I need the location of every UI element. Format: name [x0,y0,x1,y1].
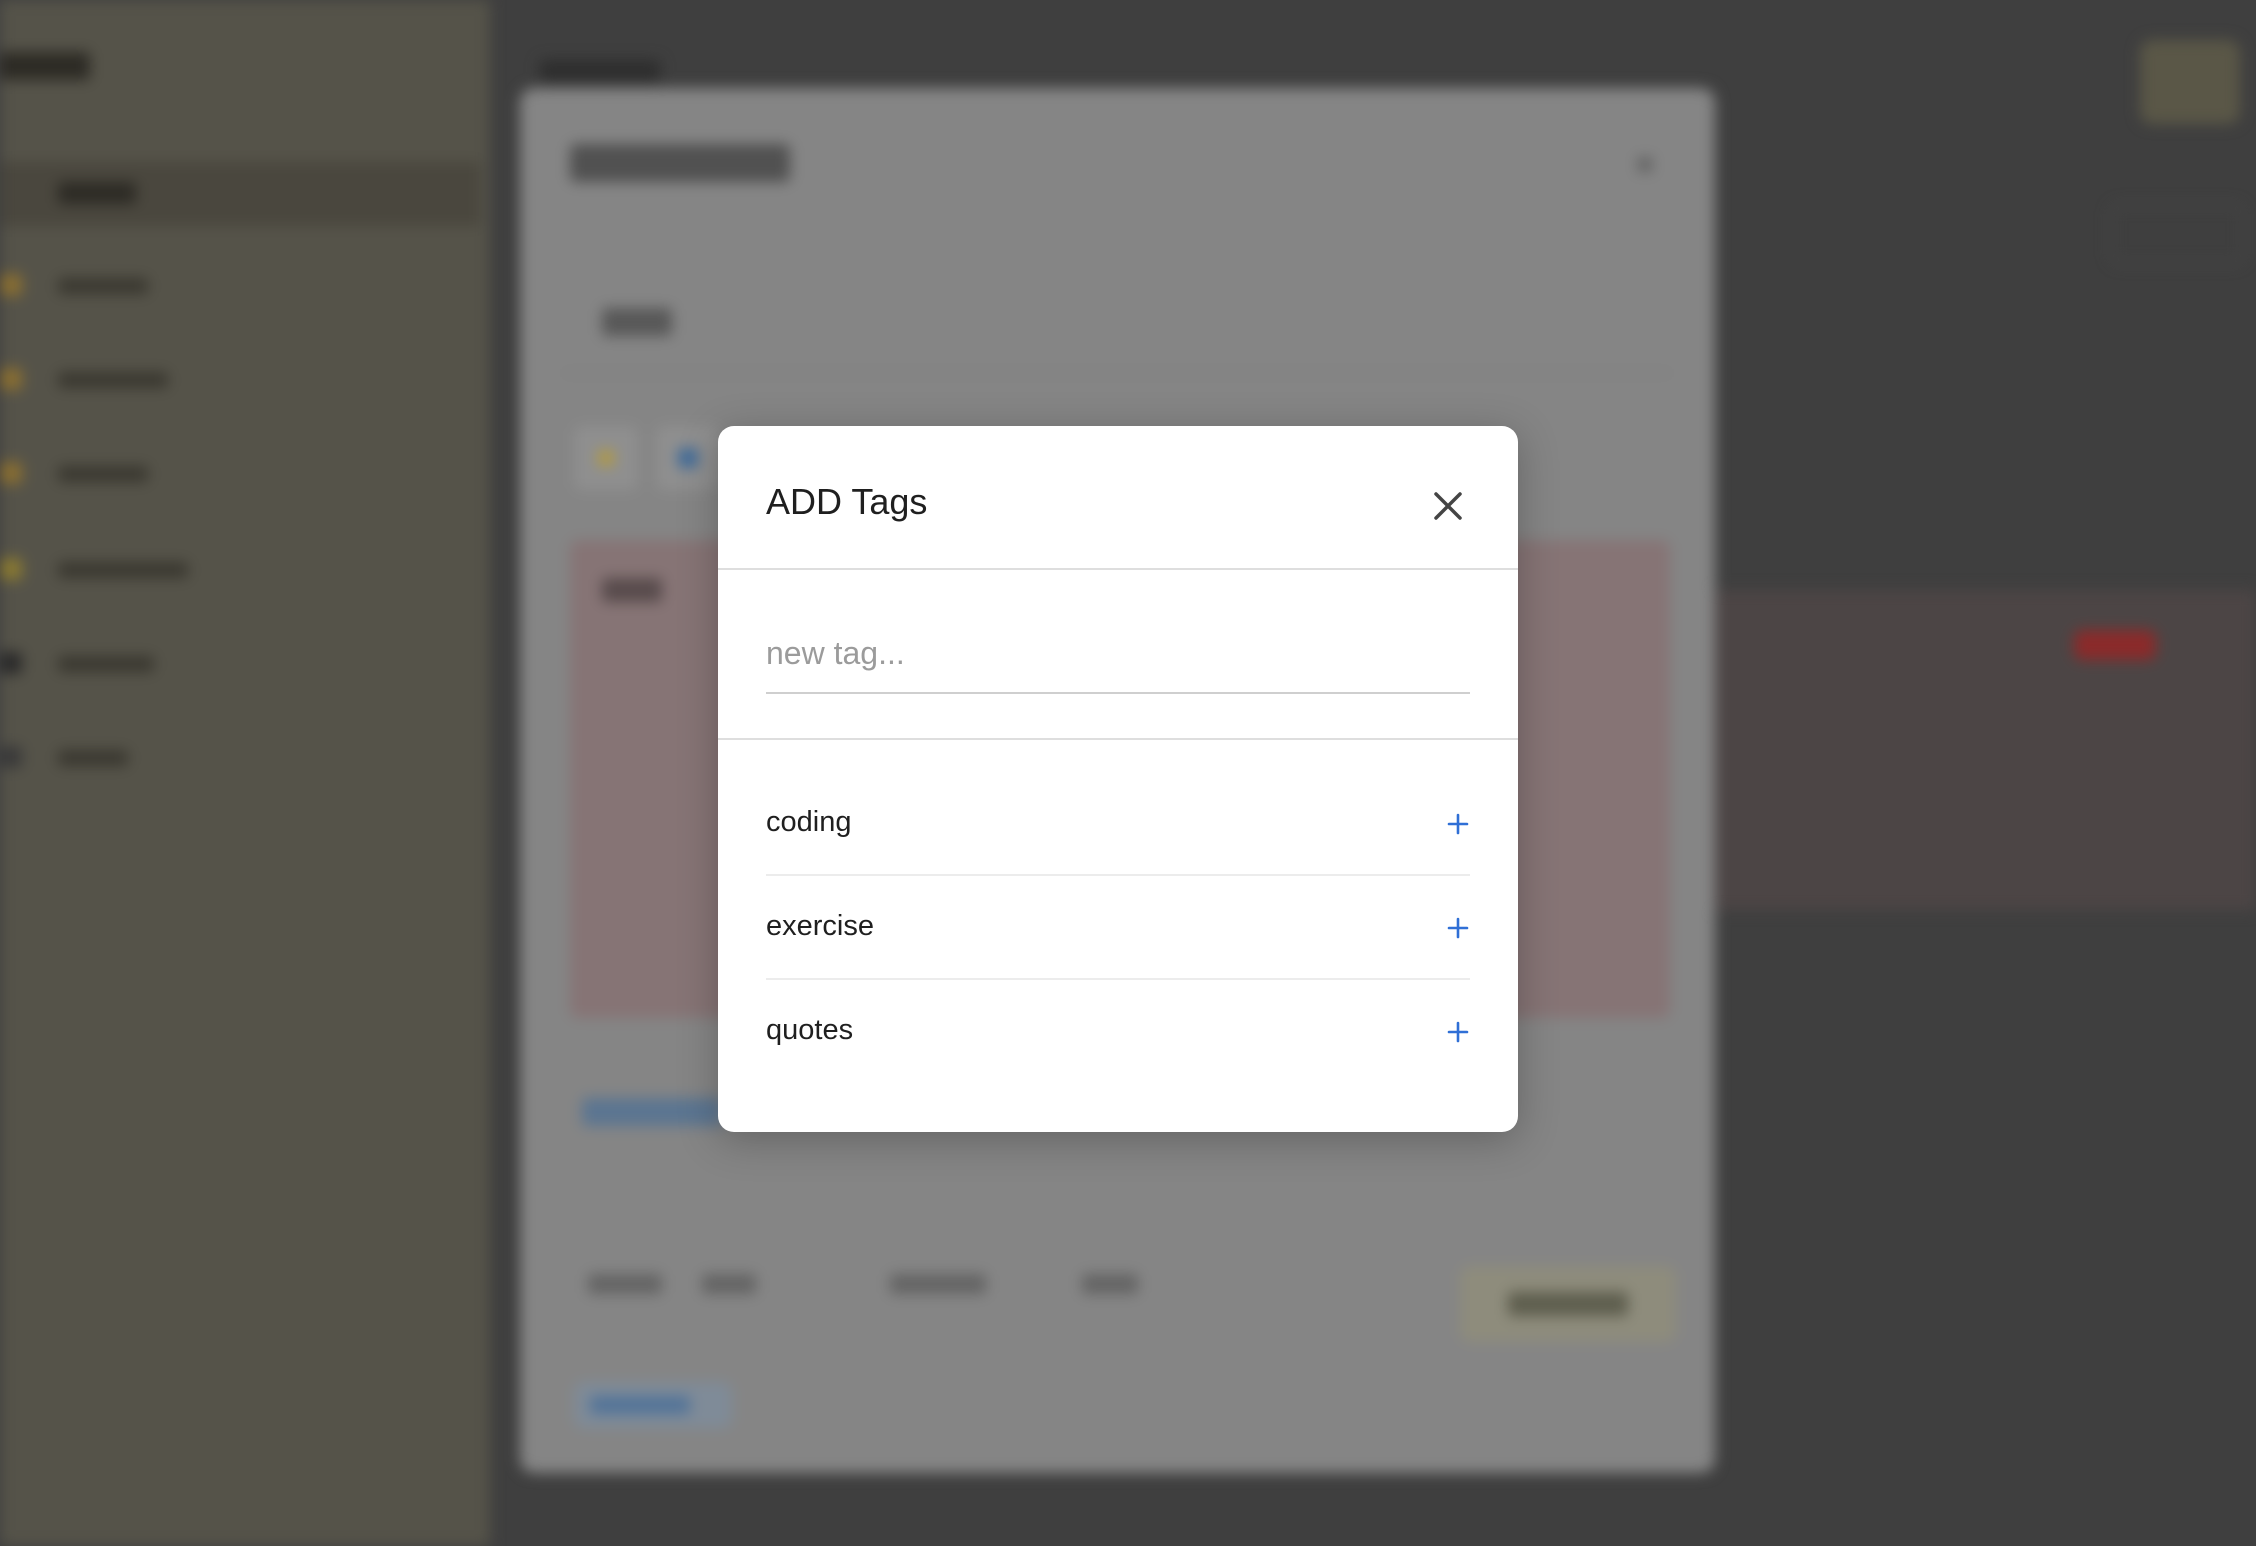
add-tag-button[interactable] [1440,910,1476,946]
editor-close-icon: × [1635,146,1655,184]
sidebar-item [0,744,220,772]
tag-list: coding exercise quotes [766,772,1470,1084]
new-tag-input[interactable] [766,614,1470,694]
modal-header: ADD Tags [718,426,1518,570]
new-tag-section [718,570,1518,740]
modal-title: ADD Tags [766,481,928,522]
sidebar-item [0,556,220,584]
tag-name: coding [766,806,852,838]
sidebar-item [0,366,220,394]
editor-title-input [562,278,1672,374]
editor-options-row [570,1264,1190,1306]
close-button[interactable] [1424,482,1472,530]
tag-name: quotes [766,1014,854,1046]
tag-item: quotes [766,980,1470,1084]
add-tags-modal: ADD Tags coding exercise [718,426,1518,1132]
brand-logo [0,52,90,80]
sidebar-active-label [58,182,136,204]
sidebar [0,0,490,1546]
toolbar-button [656,426,720,490]
add-tag-button[interactable] [1440,1014,1476,1050]
tag-name: exercise [766,910,874,942]
secondary-button [2110,204,2244,264]
status-badge [2074,630,2156,660]
tag-item: coding [766,772,1470,876]
add-tag-link [582,1098,722,1126]
sidebar-item [0,460,220,488]
main-header [540,60,660,82]
tag-chip [574,1382,732,1428]
editor-body-text [602,578,662,602]
add-tag-button[interactable] [1440,806,1476,842]
top-action-button [2140,40,2240,124]
note-card [1700,590,2256,910]
close-icon [1434,492,1462,520]
save-button [1460,1266,1676,1342]
plus-icon [1447,917,1469,939]
tag-item: exercise [766,876,1470,980]
toolbar-button [574,426,638,490]
editor-title-text [602,308,672,336]
editor-title [570,144,790,182]
plus-icon [1447,813,1469,835]
sidebar-item [0,272,220,300]
plus-icon [1447,1021,1469,1043]
sidebar-item [0,650,220,678]
